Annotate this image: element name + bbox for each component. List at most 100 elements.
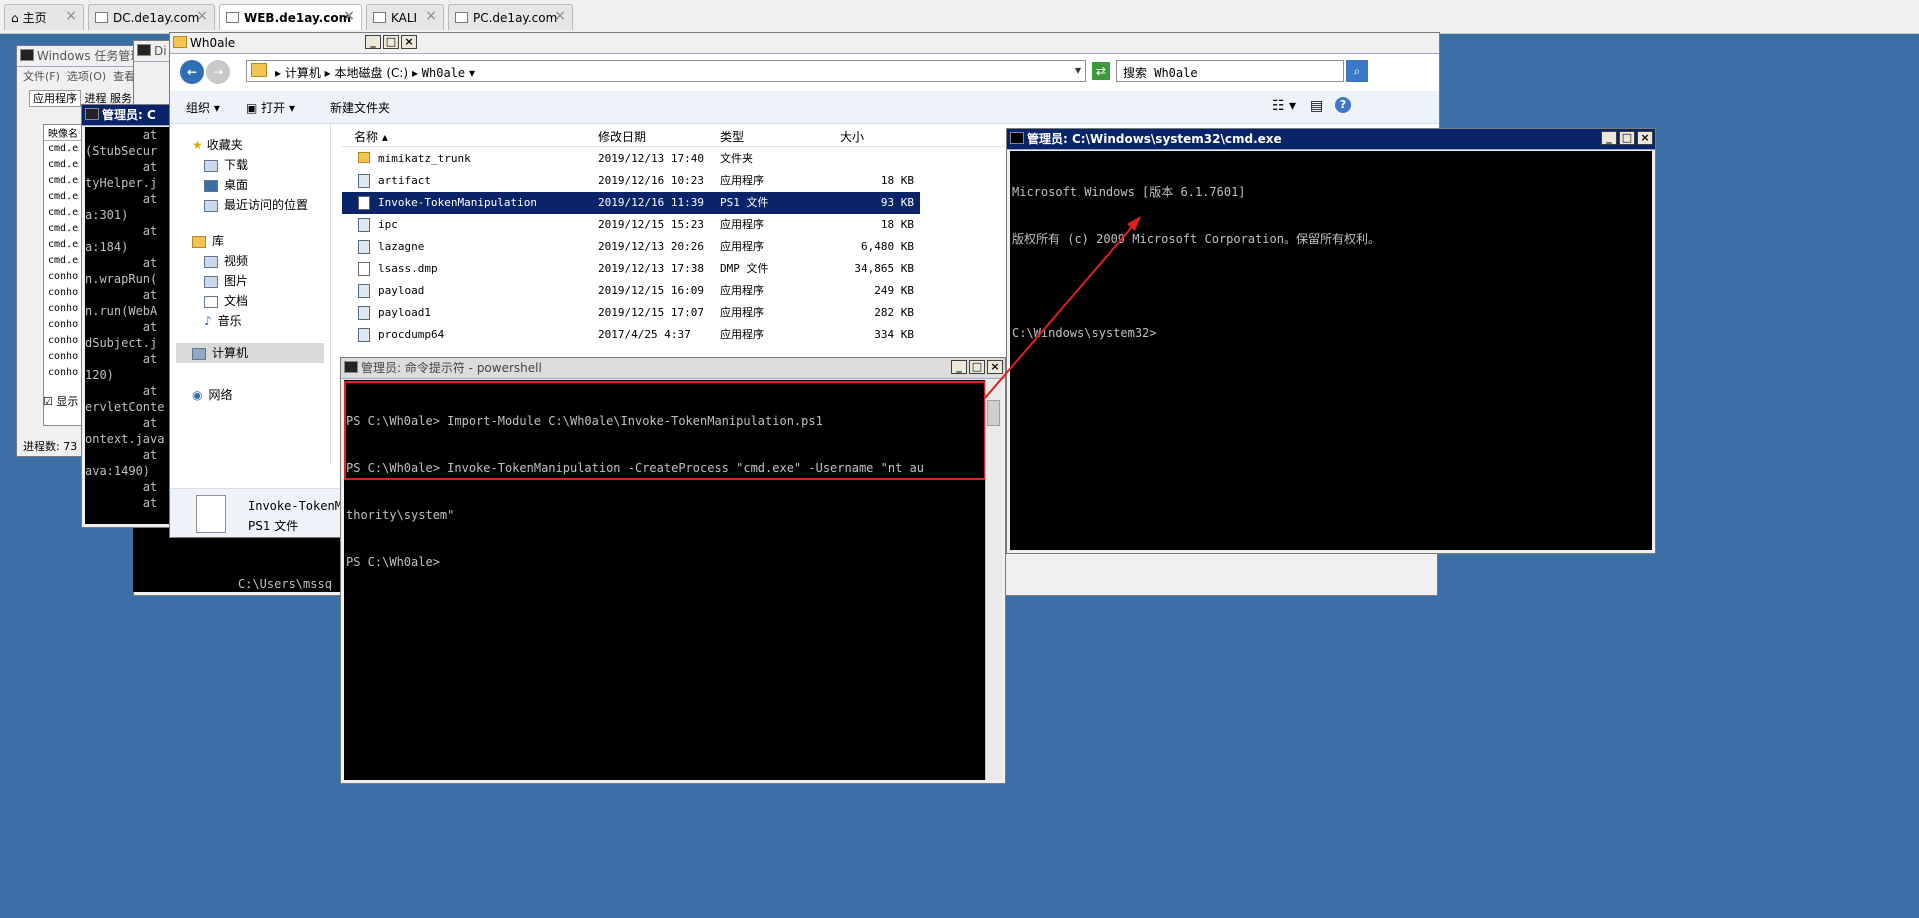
computer-icon	[192, 347, 206, 360]
open-icon: ▣	[246, 101, 258, 115]
nav-desktop[interactable]: 桌面	[204, 176, 248, 193]
console-line: thority\system"	[346, 507, 455, 522]
console-icon	[85, 108, 99, 120]
maximize-button[interactable]: □	[969, 360, 985, 374]
nav-label: 图片	[224, 274, 249, 288]
console-icon	[137, 44, 151, 56]
help-icon[interactable]: ?	[1335, 97, 1351, 113]
system-cmd-titlebar[interactable]: 管理员: C:\Windows\system32\cmd.exe _ □ ×	[1007, 129, 1655, 150]
task-manager-icon	[20, 49, 34, 61]
close-icon[interactable]: ×	[196, 8, 208, 24]
tab-home[interactable]: ⌂ 主页 ×	[4, 4, 84, 30]
nav-label: 文档	[224, 294, 249, 308]
column-size[interactable]: 大小	[840, 128, 864, 145]
nav-videos[interactable]: 视频	[204, 252, 248, 269]
vm-icon	[95, 12, 108, 23]
close-button[interactable]: ×	[1637, 131, 1653, 145]
console-icon	[1010, 132, 1024, 144]
checkbox-label: 显示	[56, 395, 79, 408]
file-type: 应用程序	[720, 240, 764, 253]
close-icon[interactable]: ×	[425, 8, 437, 24]
close-button[interactable]: ×	[401, 35, 417, 49]
file-type: 应用程序	[720, 306, 764, 319]
close-icon[interactable]: ×	[343, 8, 355, 24]
menu-file[interactable]: 文件(F)	[23, 70, 60, 83]
nav-computer[interactable]: 计算机	[176, 343, 324, 363]
console-icon	[344, 361, 358, 373]
refresh-button[interactable]: ⇄	[1092, 62, 1110, 80]
file-size: 34,865 KB	[854, 262, 914, 275]
search-input[interactable]: 搜索 Wh0ale	[1116, 60, 1344, 82]
explorer-titlebar[interactable]: Wh0ale _ □ ×	[170, 33, 1439, 54]
system-cmd-console[interactable]: Microsoft Windows [版本 6.1.7601] 版权所有 (c)…	[1010, 151, 1652, 550]
chevron-down-icon[interactable]: ▾	[1075, 63, 1081, 77]
tab-label: DC.de1ay.com	[113, 10, 200, 25]
vertical-scrollbar[interactable]	[985, 380, 1002, 780]
maximize-button[interactable]: □	[1619, 131, 1635, 145]
file-size: 6,480 KB	[861, 240, 914, 253]
address-bar[interactable]: ▸ 计算机 ▸ 本地磁盘 (C:) ▸ Wh0ale ▾ ▾	[246, 60, 1086, 82]
file-date: 2019/12/15 15:23	[598, 218, 704, 231]
file-size: 93 KB	[880, 196, 914, 209]
tab-web[interactable]: WEB.de1ay.com ×	[219, 4, 362, 30]
tab-applications[interactable]: 应用程序	[29, 90, 81, 107]
search-icon[interactable]: ⌕	[1346, 60, 1368, 82]
minimize-button[interactable]: _	[1601, 131, 1617, 145]
file-type: 应用程序	[720, 328, 764, 341]
nav-music[interactable]: ♪ 音乐	[204, 312, 242, 329]
file-icon	[358, 262, 370, 276]
nav-downloads[interactable]: 下载	[204, 156, 248, 173]
nav-network[interactable]: ◉ 网络	[192, 386, 233, 403]
view-options-icon[interactable]: ☷ ▾	[1272, 98, 1296, 114]
open-button[interactable]: ▣ 打开 ▾	[246, 99, 295, 116]
breadcrumb-drive[interactable]: 本地磁盘 (C:)	[335, 66, 409, 80]
maximize-button[interactable]: □	[383, 35, 399, 49]
nav-label: 下载	[224, 158, 249, 172]
file-size: 282 KB	[874, 306, 914, 319]
preview-pane-icon[interactable]: ▤	[1310, 98, 1323, 114]
nav-library[interactable]: 库	[192, 232, 224, 249]
search-placeholder: 搜索 Wh0ale	[1123, 66, 1198, 80]
app-icon	[358, 218, 370, 232]
column-date[interactable]: 修改日期	[598, 128, 646, 145]
close-icon[interactable]: ×	[554, 8, 566, 24]
breadcrumb-folder[interactable]: Wh0ale	[422, 66, 465, 80]
nav-favorites[interactable]: ★ 收藏夹	[192, 136, 243, 153]
tab-pc[interactable]: PC.de1ay.com ×	[448, 4, 573, 30]
tab-dc[interactable]: DC.de1ay.com ×	[88, 4, 215, 30]
nav-recent[interactable]: 最近访问的位置	[204, 196, 308, 213]
column-type[interactable]: 类型	[720, 128, 744, 145]
powershell-console[interactable]: PS C:\Wh0ale> Import-Module C:\Wh0ale\In…	[344, 380, 986, 780]
close-icon[interactable]: ×	[65, 8, 77, 24]
close-button[interactable]: ×	[987, 360, 1003, 374]
minimize-button[interactable]: _	[365, 35, 381, 49]
explorer-toolbar: 组织 ▾ ▣ 打开 ▾ 新建文件夹 ☷ ▾ ▤ ?	[170, 91, 1439, 124]
breadcrumb-computer[interactable]: 计算机	[285, 66, 321, 80]
app-icon	[358, 328, 370, 342]
file-date: 2017/4/25 4:37	[598, 328, 691, 341]
powershell-titlebar[interactable]: 管理员: 命令提示符 - powershell _ □ ×	[341, 358, 1005, 379]
file-row[interactable]: Invoke-TokenManipulation 2019/12/16 11:39…	[342, 192, 920, 214]
minimize-button[interactable]: _	[951, 360, 967, 374]
star-icon: ★	[192, 138, 203, 152]
new-folder-button[interactable]: 新建文件夹	[330, 99, 390, 116]
scrollbar-thumb[interactable]	[987, 400, 1000, 426]
forward-button[interactable]: →	[206, 60, 230, 84]
details-pane: Invoke-TokenM PS1 文件	[170, 488, 345, 537]
nav-label: 网络	[208, 388, 233, 402]
file-type: DMP 文件	[720, 262, 769, 275]
file-size: 334 KB	[874, 328, 914, 341]
back-button[interactable]: ←	[180, 60, 204, 84]
column-name[interactable]: 名称 ▴	[354, 128, 388, 145]
system-cmd-window: 管理员: C:\Windows\system32\cmd.exe _ □ × M…	[1006, 128, 1656, 554]
organize-button[interactable]: 组织 ▾	[186, 99, 220, 116]
window-controls: _ □ ×	[1601, 131, 1653, 145]
tab-kali[interactable]: KALI ×	[366, 4, 444, 30]
nav-pictures[interactable]: 图片	[204, 272, 248, 289]
file-name: ipc	[378, 218, 398, 231]
show-all-checkbox[interactable]: ☑ 显示	[43, 393, 78, 409]
ps1-file-icon	[196, 495, 226, 533]
menu-options[interactable]: 选项(O)	[67, 70, 106, 83]
nav-documents[interactable]: 文档	[204, 292, 248, 309]
file-type: 文件夹	[720, 152, 753, 165]
